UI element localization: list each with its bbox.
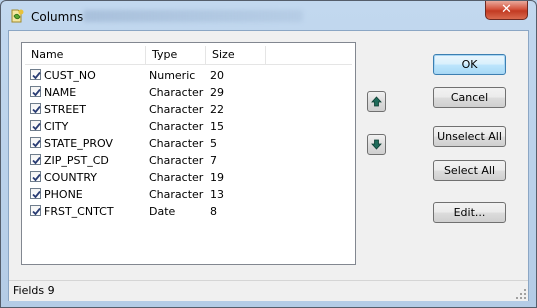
list-item[interactable]: FRST_CNTCT Date 8 — [25, 203, 352, 220]
checkmark-icon — [32, 122, 41, 131]
list-item[interactable]: STREET Character 22 — [25, 101, 352, 118]
column-size-cell: 13 — [210, 188, 224, 201]
dialog-body: Name Type Size CUST_NO Numeric 20 NAME Chara… — [8, 30, 529, 301]
columns-dialog: Columns ✕ Name Type Size CUST_NO Numeric 2… — [0, 0, 537, 308]
column-header-name[interactable]: Name — [25, 46, 146, 64]
column-checkbox[interactable] — [30, 103, 41, 114]
column-checkbox[interactable] — [30, 120, 41, 131]
status-fields-count: Fields 9 — [13, 284, 55, 297]
column-size-cell: 29 — [210, 86, 224, 99]
column-checkbox[interactable] — [30, 154, 41, 165]
status-bar: Fields 9 — [9, 280, 528, 301]
cancel-button[interactable]: Cancel — [433, 87, 506, 108]
column-name-cell: STREET — [44, 103, 86, 116]
column-type-cell: Character — [149, 154, 204, 167]
select-all-button[interactable]: Select All — [433, 160, 506, 181]
list-item[interactable]: COUNTRY Character 19 — [25, 169, 352, 186]
checkmark-icon — [32, 71, 41, 80]
checkmark-icon — [32, 88, 41, 97]
close-button[interactable]: ✕ — [485, 1, 528, 20]
column-name-cell: FRST_CNTCT — [44, 205, 114, 218]
checkmark-icon — [32, 139, 41, 148]
column-name-cell: PHONE — [44, 188, 83, 201]
checkmark-icon — [32, 156, 41, 165]
column-name-cell: CITY — [44, 120, 69, 133]
list-item[interactable]: CITY Character 15 — [25, 118, 352, 135]
arrow-up-icon — [371, 96, 382, 107]
column-size-cell: 20 — [210, 69, 224, 82]
column-type-cell: Character — [149, 86, 204, 99]
column-name-cell: NAME — [44, 86, 77, 99]
column-size-cell: 19 — [210, 171, 224, 184]
column-checkbox[interactable] — [30, 69, 41, 80]
resize-grip-icon[interactable] — [515, 288, 527, 300]
window-title: Columns — [31, 10, 84, 24]
column-type-cell: Date — [149, 205, 176, 218]
column-name-cell: STATE_PROV — [44, 137, 113, 150]
column-type-cell: Character — [149, 188, 204, 201]
column-type-cell: Character — [149, 120, 204, 133]
column-type-cell: Numeric — [149, 69, 196, 82]
column-name-cell: COUNTRY — [44, 171, 97, 184]
column-size-cell: 7 — [210, 154, 217, 167]
column-size-cell: 22 — [210, 103, 224, 116]
column-checkbox[interactable] — [30, 171, 41, 182]
column-name-cell: CUST_NO — [44, 69, 96, 82]
column-size-cell: 8 — [210, 205, 217, 218]
checkmark-icon — [32, 173, 41, 182]
list-header: Name Type Size — [25, 46, 352, 65]
column-type-cell: Character — [149, 171, 204, 184]
column-header-size[interactable]: Size — [206, 46, 266, 64]
checkmark-icon — [32, 207, 41, 216]
checkmark-icon — [32, 105, 41, 114]
title-bar[interactable]: Columns ✕ — [1, 1, 536, 31]
title-path-blurred — [83, 10, 303, 22]
column-checkbox[interactable] — [30, 86, 41, 97]
edit-button[interactable]: Edit... — [433, 202, 506, 223]
move-up-button[interactable] — [367, 91, 386, 112]
ok-button[interactable]: OK — [433, 54, 506, 75]
columns-list-panel: Name Type Size CUST_NO Numeric 20 NAME Chara… — [21, 42, 356, 265]
close-icon: ✕ — [501, 2, 512, 17]
column-header-type[interactable]: Type — [146, 46, 206, 64]
list-item[interactable]: PHONE Character 13 — [25, 186, 352, 203]
arrow-down-icon — [371, 139, 382, 150]
list-item[interactable]: CUST_NO Numeric 20 — [25, 67, 352, 84]
column-size-cell: 5 — [210, 137, 217, 150]
column-checkbox[interactable] — [30, 137, 41, 148]
unselect-all-button[interactable]: Unselect All — [433, 126, 506, 147]
column-type-cell: Character — [149, 137, 204, 150]
checkmark-icon — [32, 190, 41, 199]
column-size-cell: 15 — [210, 120, 224, 133]
columns-list: CUST_NO Numeric 20 NAME Character 29 STREET Cha… — [25, 67, 352, 220]
column-type-cell: Character — [149, 103, 204, 116]
column-checkbox[interactable] — [30, 205, 41, 216]
list-item[interactable]: ZIP_PST_CD Character 7 — [25, 152, 352, 169]
list-item[interactable]: STATE_PROV Character 5 — [25, 135, 352, 152]
app-icon — [11, 9, 24, 23]
column-checkbox[interactable] — [30, 188, 41, 199]
move-down-button[interactable] — [367, 134, 386, 155]
list-item[interactable]: NAME Character 29 — [25, 84, 352, 101]
column-name-cell: ZIP_PST_CD — [44, 154, 109, 167]
